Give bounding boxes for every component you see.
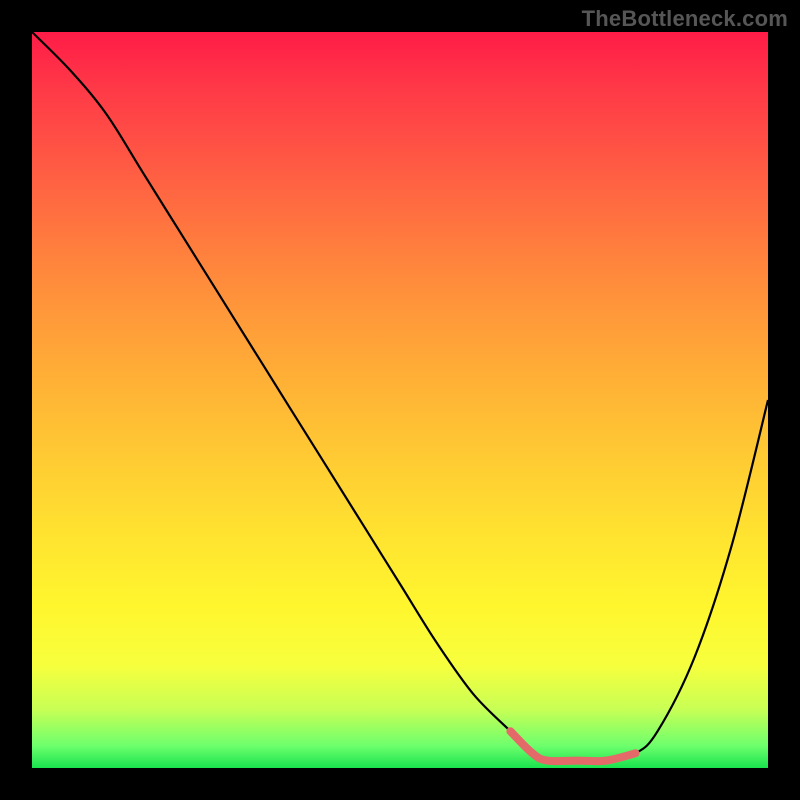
chart-frame: TheBottleneck.com: [0, 0, 800, 800]
curve-line: [32, 32, 768, 761]
curve-valley-highlight: [510, 731, 635, 761]
plot-area: [32, 32, 768, 768]
watermark-text: TheBottleneck.com: [582, 6, 788, 32]
bottleneck-curve: [32, 32, 768, 768]
